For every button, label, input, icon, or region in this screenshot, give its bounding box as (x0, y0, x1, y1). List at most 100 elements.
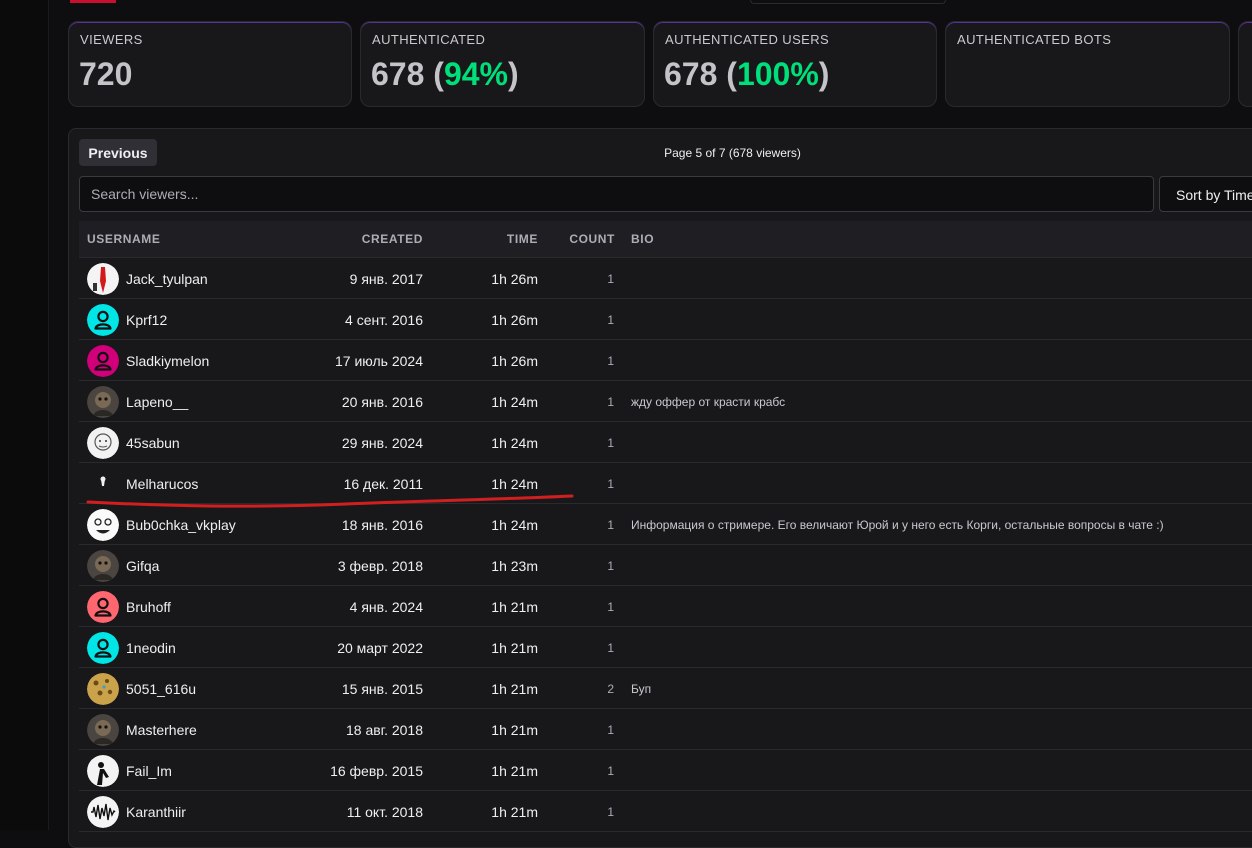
username-cell[interactable]: Melharucos (126, 476, 198, 492)
table-row[interactable]: Masterhere 18 авг. 2018 1h 21m 1 (79, 709, 1252, 750)
count-cell: 1 (607, 436, 614, 450)
dark-avatar (87, 468, 119, 500)
bio-cell: Буп (631, 682, 652, 696)
count-cell: 1 (607, 600, 614, 614)
created-cell: 29 янв. 2024 (341, 435, 423, 451)
username-cell[interactable]: 45sabun (126, 435, 180, 451)
count-cell: 1 (607, 354, 614, 368)
table-row[interactable]: Bub0chka_vkplay 18 янв. 2016 1h 24m 1 Информ… (79, 504, 1252, 545)
table-row[interactable]: Lapeno__ 20 янв. 2016 1h 24m 1 жду оффер от … (79, 381, 1252, 422)
table-row[interactable]: Melharucos 16 дек. 2011 1h 24m 1 (79, 463, 1252, 504)
soundwave-avatar (87, 796, 119, 828)
count-cell: 1 (607, 272, 614, 286)
page-info: Page 5 of 7 (678 viewers) (664, 146, 801, 160)
username-cell[interactable]: Bruhoff (126, 599, 171, 615)
username-cell[interactable]: Kprf12 (126, 312, 167, 328)
table-row[interactable]: Karanthiir 11 окт. 2018 1h 21m 1 (79, 791, 1252, 832)
username-cell[interactable]: Bub0chka_vkplay (126, 517, 236, 533)
username-cell[interactable]: Gifqa (126, 558, 159, 574)
table-header: USERNAME CREATED TIME COUNT BIO (79, 221, 1252, 258)
time-cell: 1h 24m (491, 517, 538, 533)
stat-label: AUTHENTICATED USERS (665, 32, 830, 47)
time-cell: 1h 24m (491, 476, 538, 492)
time-cell: 1h 21m (491, 599, 538, 615)
time-cell: 1h 21m (491, 681, 538, 697)
bio-cell: Информация о стримере. Его величают Юрой… (631, 518, 1164, 532)
time-cell: 1h 23m (491, 558, 538, 574)
created-cell: 15 янв. 2015 (341, 681, 423, 697)
stat-card-authenticated-bots: AUTHENTICATED BOTS (945, 21, 1230, 107)
count-cell: 2 (607, 682, 614, 696)
created-cell: 11 окт. 2018 (346, 804, 423, 820)
table-row[interactable]: Gifqa 3 февр. 2018 1h 23m 1 (79, 545, 1252, 586)
created-cell: 20 март 2022 (337, 640, 423, 656)
column-header-bio[interactable]: BIO (631, 232, 654, 246)
table-row[interactable]: 45sabun 29 янв. 2024 1h 24m 1 (79, 422, 1252, 463)
count-cell: 1 (607, 764, 614, 778)
viewers-table-body: Jack_tyulpan 9 янв. 2017 1h 26m 1 Kprf12 4 се… (79, 258, 1252, 832)
stat-card-cutoff (1238, 21, 1252, 107)
stat-label: VIEWERS (80, 32, 143, 47)
username-cell[interactable]: Fail_Im (126, 763, 172, 779)
username-cell[interactable]: Masterhere (126, 722, 197, 738)
table-row[interactable]: Sladkiymelon 17 июль 2024 1h 26m 1 (79, 340, 1252, 381)
table-row[interactable]: Bruhoff 4 янв. 2024 1h 21m 1 (79, 586, 1252, 627)
count-cell: 1 (607, 518, 614, 532)
created-cell: 3 февр. 2018 (337, 558, 423, 574)
bio-cell: жду оффер от красти крабс (631, 395, 786, 409)
stat-percent: 94% (443, 56, 508, 92)
table-row[interactable]: Fail_Im 16 февр. 2015 1h 21m 1 (79, 750, 1252, 791)
column-header-username[interactable]: USERNAME (87, 232, 160, 246)
table-row[interactable]: 1neodin 20 март 2022 1h 21m 1 (79, 627, 1252, 668)
count-cell: 1 (607, 395, 614, 409)
created-cell: 20 янв. 2016 (341, 394, 423, 410)
username-cell[interactable]: Jack_tyulpan (126, 271, 208, 287)
created-cell: 4 сент. 2016 (345, 312, 423, 328)
created-cell: 17 июль 2024 (335, 353, 423, 369)
count-cell: 1 (607, 805, 614, 819)
username-cell[interactable]: Karanthiir (126, 804, 186, 820)
created-cell: 9 янв. 2017 (349, 271, 423, 287)
username-cell[interactable]: 5051_616u (126, 681, 196, 697)
time-cell: 1h 24m (491, 435, 538, 451)
stat-percent: 100% (736, 56, 819, 92)
column-header-created[interactable]: CREATED (362, 232, 423, 246)
time-cell: 1h 21m (491, 722, 538, 738)
username-cell[interactable]: 1neodin (126, 640, 176, 656)
table-row[interactable]: Kprf12 4 сент. 2016 1h 26m 1 (79, 299, 1252, 340)
created-cell: 16 февр. 2015 (330, 763, 423, 779)
sort-select[interactable]: Sort by Time (1159, 176, 1252, 212)
created-cell: 4 янв. 2024 (349, 599, 423, 615)
column-header-time[interactable]: TIME (507, 232, 538, 246)
stat-card-authenticated-users: AUTHENTICATED USERS 678 (100%) (653, 21, 937, 107)
column-header-count[interactable]: COUNT (569, 232, 615, 246)
photo-avatar (87, 386, 119, 418)
default-user-avatar (87, 591, 119, 623)
count-cell: 1 (607, 559, 614, 573)
default-user-avatar (87, 345, 119, 377)
search-input[interactable] (79, 176, 1154, 212)
stat-card-viewers: VIEWERS 720 (68, 21, 352, 107)
stat-card-authenticated: AUTHENTICATED 678 (94%) (360, 21, 645, 107)
time-cell: 1h 24m (491, 394, 538, 410)
leopard-avatar (87, 673, 119, 705)
table-row[interactable]: Jack_tyulpan 9 янв. 2017 1h 26m 1 (79, 258, 1252, 299)
default-user-avatar (87, 632, 119, 664)
created-cell: 16 дек. 2011 (343, 476, 423, 492)
count-cell: 1 (607, 477, 614, 491)
time-cell: 1h 21m (491, 804, 538, 820)
username-cell[interactable]: Sladkiymelon (126, 353, 209, 369)
time-cell: 1h 21m (491, 763, 538, 779)
time-cell: 1h 26m (491, 353, 538, 369)
photo-avatar (87, 550, 119, 582)
created-cell: 18 авг. 2018 (345, 722, 423, 738)
count-cell: 1 (607, 723, 614, 737)
stat-value: 678 (94%) (371, 56, 519, 92)
meme-face-avatar (87, 509, 119, 541)
red-figure-avatar (87, 263, 119, 295)
count-cell: 1 (607, 641, 614, 655)
stat-label: AUTHENTICATED BOTS (957, 32, 1112, 47)
username-cell[interactable]: Lapeno__ (126, 394, 188, 410)
table-row[interactable]: 5051_616u 15 янв. 2015 1h 21m 2 Буп (79, 668, 1252, 709)
drawing-avatar (87, 427, 119, 459)
